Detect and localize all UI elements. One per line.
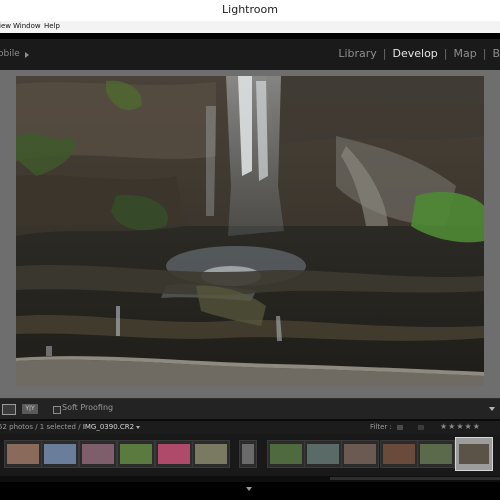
filmstrip-thumbnail[interactable]: [417, 440, 455, 468]
waterfall-photo[interactable]: [16, 76, 484, 386]
title-bar: Lightroom: [0, 0, 500, 22]
thumbnail-image: [158, 444, 190, 464]
image-viewer[interactable]: [0, 70, 500, 398]
filmstrip-thumbnail[interactable]: [4, 440, 42, 468]
thumbnail-image: [383, 444, 415, 464]
thumbnail-image: [44, 444, 76, 464]
filmstrip-thumbnail[interactable]: [341, 440, 379, 468]
identity-plate-bar: obile Library | Develop | Map | B: [0, 39, 500, 71]
chevron-right-icon[interactable]: [25, 52, 29, 58]
identity-label[interactable]: obile: [0, 49, 20, 59]
filmstrip-thumbnail[interactable]: [304, 440, 342, 468]
filmstrip-thumbnail[interactable]: [79, 440, 117, 468]
before-after-button[interactable]: Y|Y: [22, 404, 38, 414]
chevron-down-icon[interactable]: [136, 425, 141, 429]
photo-count-label: 52 photos / 1 selected / IMG_0390.CR2: [0, 423, 141, 431]
soft-proofing-checkbox[interactable]: [53, 406, 61, 414]
window-title: Lightroom: [222, 3, 278, 16]
module-develop[interactable]: Develop: [393, 47, 438, 60]
module-separator: |: [443, 47, 448, 60]
unflag-filter-icon[interactable]: [418, 425, 424, 430]
thumbnail-image: [420, 444, 452, 464]
thumbnail-image: [344, 444, 376, 464]
show-filmstrip-icon[interactable]: [246, 487, 252, 491]
thumbnail-image: [242, 444, 254, 464]
soft-proofing-label: Soft Proofing: [62, 403, 114, 412]
loupe-view-icon[interactable]: [2, 404, 16, 415]
star-rating-filter[interactable]: ★★★★★: [440, 422, 481, 431]
thumbnail-image: [307, 444, 339, 464]
toolbar-menu-icon[interactable]: [489, 407, 495, 411]
module-separator: |: [382, 47, 387, 60]
flag-filter-icon[interactable]: [397, 425, 403, 430]
thumbnail-image: [7, 444, 39, 464]
thumbnail-image: [270, 444, 302, 464]
menu-window[interactable]: Window: [13, 22, 41, 30]
thumbnail-image: [120, 444, 152, 464]
thumbnail-image: [459, 444, 489, 464]
filmstrip-thumbnail[interactable]: [192, 440, 230, 468]
thumbnail-image: [82, 444, 114, 464]
filmstrip-thumbnail[interactable]: [117, 440, 155, 468]
scrollbar-thumb[interactable]: [330, 477, 500, 480]
filmstrip-thumbnail[interactable]: [155, 440, 193, 468]
selected-filename[interactable]: IMG_0390.CR2: [83, 423, 134, 431]
filmstrip-thumbnail[interactable]: [239, 440, 257, 468]
module-library[interactable]: Library: [338, 47, 376, 60]
module-picker: Library | Develop | Map | B: [338, 47, 500, 61]
filmstrip: [0, 434, 500, 476]
filmstrip-thumbnail[interactable]: [41, 440, 79, 468]
develop-toolbar: Y|Y Soft Proofing: [0, 398, 500, 419]
module-map[interactable]: Map: [454, 47, 477, 60]
filmstrip-thumbnail[interactable]: [380, 440, 418, 468]
menu-view[interactable]: iew: [0, 22, 11, 30]
module-separator: |: [482, 47, 487, 60]
menu-help[interactable]: Help: [44, 22, 60, 30]
filter-label: Filter :: [370, 423, 392, 431]
module-book[interactable]: B: [492, 47, 500, 60]
bottom-panel-bar: [0, 482, 500, 500]
filmstrip-header: 52 photos / 1 selected / IMG_0390.CR2 Fi…: [0, 421, 500, 434]
thumbnail-image: [195, 444, 227, 464]
filmstrip-thumbnail[interactable]: [455, 437, 493, 471]
filmstrip-thumbnail[interactable]: [267, 440, 305, 468]
